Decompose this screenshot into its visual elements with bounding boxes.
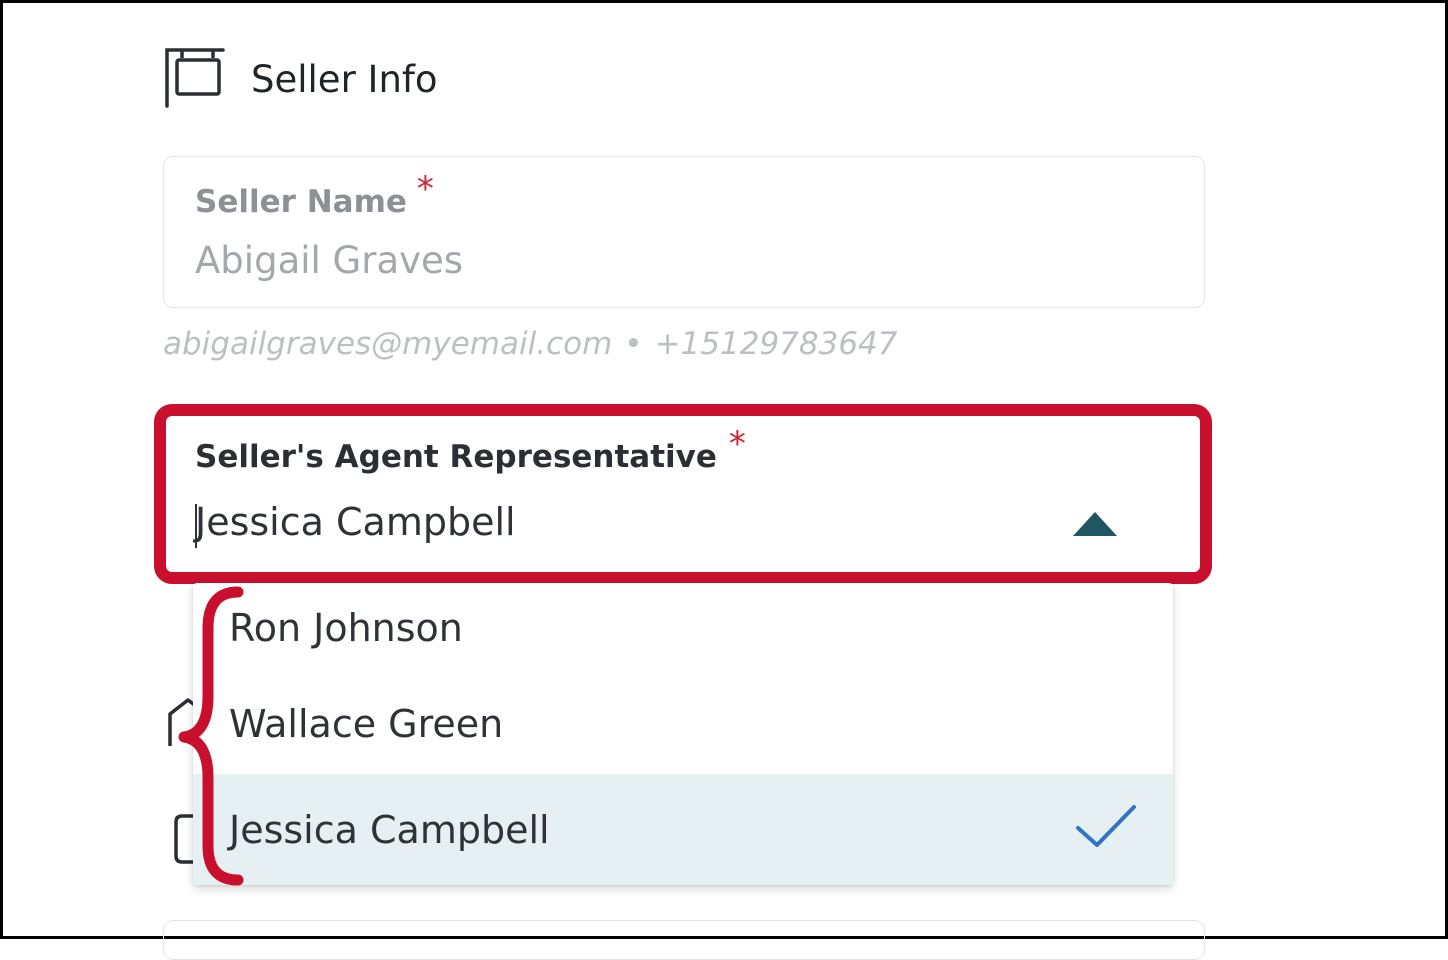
agent-select-input[interactable]: Jessica Campbell (195, 500, 516, 544)
option-label: Wallace Green (229, 701, 504, 746)
agent-dropdown-list: Ron Johnson Wallace Green Jessica Campbe… (193, 583, 1173, 885)
annotation-brace (178, 586, 244, 886)
seller-name-label-text: Seller Name (195, 184, 407, 220)
seller-contact-line: abigailgraves@myemail.com • +15129783647 (163, 326, 898, 362)
next-field-box[interactable] (163, 920, 1205, 960)
chevron-up-icon[interactable] (1073, 512, 1117, 536)
text-cursor (195, 504, 197, 548)
option-label: Jessica Campbell (229, 807, 550, 852)
seller-phone: +15129783647 (654, 326, 898, 362)
sign-icon (165, 48, 225, 108)
seller-name-field[interactable]: Seller Name * Abigail Graves (163, 156, 1205, 308)
section-title: Seller Info (251, 58, 438, 101)
option-label: Ron Johnson (229, 606, 463, 650)
section-header: Seller Info (163, 46, 438, 110)
seller-email: abigailgraves@myemail.com (163, 326, 613, 362)
seller-name-label: Seller Name * (195, 169, 434, 221)
agent-select-label-text: Seller's Agent Representative (195, 439, 717, 475)
dropdown-option-wallace-green[interactable]: Wallace Green (193, 673, 1173, 774)
contact-separator: • (624, 326, 643, 362)
seller-name-value: Abigail Graves (195, 239, 464, 282)
check-icon (1076, 805, 1136, 847)
required-asterisk: * (728, 424, 746, 464)
agent-select-highlight[interactable] (154, 404, 1212, 584)
dropdown-option-ron-johnson[interactable]: Ron Johnson (193, 583, 1173, 673)
agent-select-label: Seller's Agent Representative * (195, 424, 746, 476)
required-asterisk: * (416, 169, 434, 209)
dropdown-option-jessica-campbell[interactable]: Jessica Campbell (193, 774, 1173, 885)
